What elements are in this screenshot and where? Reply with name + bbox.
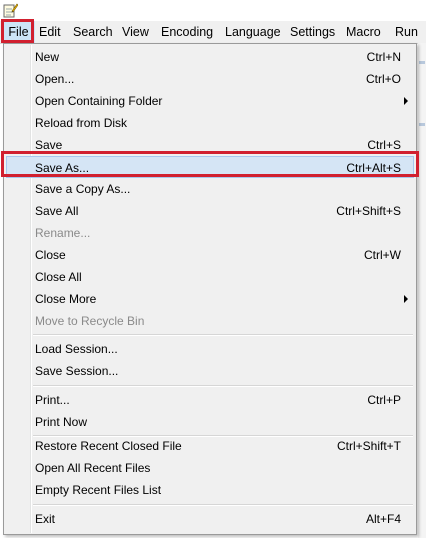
- menu-search[interactable]: Search: [73, 21, 113, 43]
- menu-item-shortcut: Ctrl+P: [367, 393, 401, 407]
- menu-item-label: Open...: [35, 72, 75, 86]
- menu-file[interactable]: File: [2, 21, 35, 43]
- menu-item-shortcut: Ctrl+Shift+S: [336, 204, 401, 218]
- menu-settings[interactable]: Settings: [290, 21, 335, 43]
- menu-item-empty-recent-files-list[interactable]: Empty Recent Files List: [6, 479, 414, 501]
- menu-item-exit[interactable]: Exit Alt+F4: [6, 508, 414, 530]
- menu-item-shortcut: Ctrl+Alt+S: [346, 161, 401, 175]
- menu-item-shortcut: Ctrl+O: [365, 72, 401, 86]
- menu-item-label: Restore Recent Closed File: [35, 439, 182, 453]
- menu-item-save-a-copy-as[interactable]: Save a Copy As...: [6, 178, 414, 200]
- editor-background-edge: [418, 43, 426, 538]
- menu-item-label: Reload from Disk: [35, 116, 128, 130]
- menu-item-label: Exit: [35, 512, 56, 526]
- menu-item-label: Save a Copy As...: [35, 182, 131, 196]
- menu-encoding[interactable]: Encoding: [161, 21, 213, 43]
- menu-item-close-all[interactable]: Close All: [6, 266, 414, 288]
- menu-item-label: Rename...: [35, 226, 91, 240]
- menu-item-save[interactable]: Save Ctrl+S: [6, 134, 414, 156]
- file-dropdown-menu: New Ctrl+N Open... Ctrl+O Open Containin…: [3, 43, 417, 535]
- menu-item-label: Save As...: [35, 161, 90, 175]
- menu-item-save-session[interactable]: Save Session...: [6, 360, 414, 382]
- menu-item-shortcut: Ctrl+N: [366, 50, 401, 64]
- menu-item-label: New: [35, 50, 60, 64]
- menu-item-label: Open Containing Folder: [35, 94, 163, 108]
- menu-item-rename: Rename...: [6, 222, 414, 244]
- menu-item-close[interactable]: Close Ctrl+W: [6, 244, 414, 266]
- notepad-app-icon: [3, 3, 18, 18]
- menu-item-restore-recent-closed-file[interactable]: Restore Recent Closed File Ctrl+Shift+T: [6, 435, 414, 457]
- menu-item-label: Empty Recent Files List: [35, 483, 162, 497]
- menu-item-reload-from-disk[interactable]: Reload from Disk: [6, 112, 414, 134]
- menu-item-label: Close: [35, 248, 66, 262]
- menu-item-shortcut: Ctrl+S: [367, 138, 401, 152]
- menu-item-shortcut: Alt+F4: [365, 512, 401, 526]
- menu-separator: [33, 504, 413, 506]
- menu-item-print[interactable]: Print... Ctrl+P: [6, 389, 414, 411]
- menu-item-open-all-recent-files[interactable]: Open All Recent Files: [6, 457, 414, 479]
- menu-item-open[interactable]: Open... Ctrl+O: [6, 68, 414, 90]
- menu-macro[interactable]: Macro: [346, 21, 381, 43]
- menu-item-label: Open All Recent Files: [35, 461, 151, 475]
- submenu-arrow-icon: [404, 97, 408, 105]
- menu-item-load-session[interactable]: Load Session...: [6, 338, 414, 360]
- menu-item-label: Move to Recycle Bin: [35, 314, 145, 328]
- menu-view[interactable]: View: [122, 21, 149, 43]
- menu-language[interactable]: Language: [225, 21, 281, 43]
- menu-item-label: Save: [35, 138, 63, 152]
- menu-item-shortcut: Ctrl+Shift+T: [336, 439, 401, 453]
- menu-separator: [33, 334, 413, 336]
- menu-edit[interactable]: Edit: [39, 21, 61, 43]
- menu-item-new[interactable]: New Ctrl+N: [6, 46, 414, 68]
- menu-item-label: Load Session...: [35, 342, 118, 356]
- menu-item-label: Print Now: [35, 415, 88, 429]
- menu-item-move-to-recycle-bin: Move to Recycle Bin: [6, 310, 414, 332]
- menu-bar: File Edit Search View Encoding Language …: [0, 21, 426, 44]
- menu-item-save-as[interactable]: Save As... Ctrl+Alt+S: [6, 156, 414, 178]
- menu-run[interactable]: Run: [395, 21, 418, 43]
- menu-item-close-more[interactable]: Close More: [6, 288, 414, 310]
- submenu-arrow-icon: [404, 295, 408, 303]
- menu-item-label: Close More: [35, 292, 97, 306]
- menu-item-label: Save Session...: [35, 364, 119, 378]
- menu-item-open-containing-folder[interactable]: Open Containing Folder: [6, 90, 414, 112]
- menu-separator: [33, 385, 413, 387]
- menu-item-label: Print...: [35, 393, 70, 407]
- menu-item-label: Close All: [35, 270, 82, 284]
- menu-item-print-now[interactable]: Print Now: [6, 411, 414, 433]
- menu-item-shortcut: Ctrl+W: [364, 248, 401, 262]
- menu-item-label: Save All: [35, 204, 79, 218]
- menu-item-save-all[interactable]: Save All Ctrl+Shift+S: [6, 200, 414, 222]
